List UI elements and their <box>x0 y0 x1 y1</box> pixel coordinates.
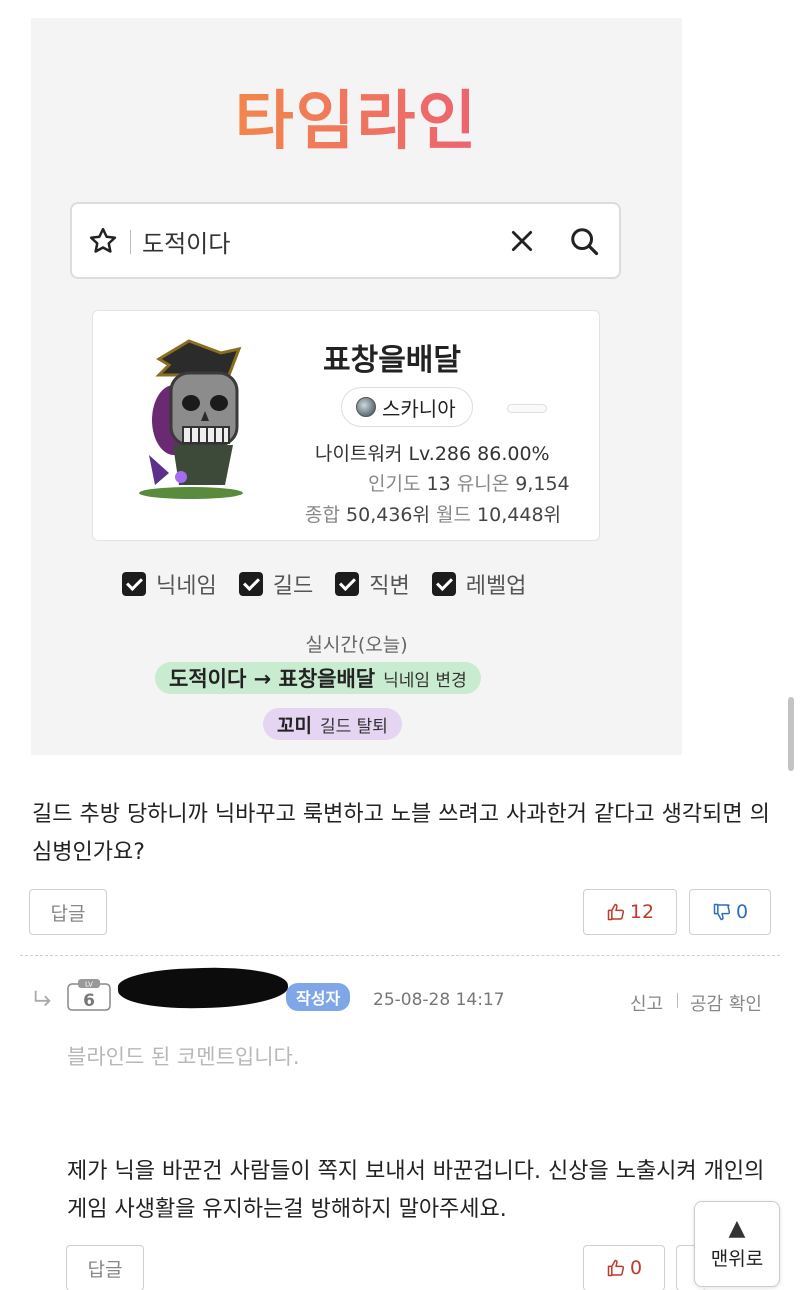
upvote-count: 12 <box>629 901 655 923</box>
overall-rank: 50,436위 <box>346 504 430 526</box>
thumbs-down-icon <box>713 903 731 921</box>
union-value: 9,154 <box>515 473 570 495</box>
world-icon <box>356 397 376 417</box>
filter-label: 레벨업 <box>465 574 527 599</box>
level-value: 6 <box>83 991 95 1011</box>
divider <box>20 955 780 956</box>
filter-checkboxes: 닉네임 길드 직변 레벨업 <box>122 568 526 600</box>
popularity-label: 인기도 <box>368 473 421 495</box>
scroll-to-top-button[interactable]: ▲ 맨위로 <box>694 1201 780 1287</box>
search-input[interactable] <box>142 224 442 258</box>
character-avatar <box>139 339 243 499</box>
upvote-button[interactable]: 0 <box>583 1245 665 1290</box>
scroll-to-top-label: 맨위로 <box>710 1247 764 1270</box>
change-entry-guild: 꼬미 길드 탈퇴 <box>263 708 402 740</box>
reply-button[interactable]: 답글 <box>66 1245 144 1290</box>
upvote-button[interactable]: 12 <box>583 889 677 935</box>
realtime-label: 실시간(오늘) <box>305 634 408 656</box>
checkbox-checked-icon[interactable] <box>122 572 146 596</box>
redacted-nickname <box>117 965 289 1011</box>
rankings: 종합 50,436위 월드 10,448위 <box>305 500 561 527</box>
job-level: 나이트워커 Lv.286 86.00% <box>315 443 550 465</box>
reply-comment-body: 제가 닉을 바꾼건 사람들이 쪽지 보내서 바꾼겁니다. 신상을 노출시켜 개인… <box>67 1159 765 1222</box>
divider <box>677 993 678 1008</box>
filter-label: 직변 <box>369 574 410 599</box>
filter-label: 길드 <box>272 574 314 599</box>
character-profile-card: 표창을배달 스카니아 나이트워커 Lv.286 86.00% 인기도 13 유니… <box>92 310 600 541</box>
divider <box>130 230 131 254</box>
timeline-logo: 타임라인 <box>31 70 682 162</box>
checkbox-checked-icon[interactable] <box>238 572 263 596</box>
scrollbar[interactable] <box>788 697 794 771</box>
filter-guild[interactable]: 길드 <box>238 568 314 600</box>
union-label: 유니온 <box>456 473 510 495</box>
change-tag: 닉네임 변경 <box>383 670 467 691</box>
reply-arrow-icon <box>34 990 51 1007</box>
blinded-comment: 블라인드 된 코멘트입니다. <box>67 1045 300 1069</box>
post-body: 길드 추방 당하니까 닉바꾸고 룩변하고 노블 쓰려고 사과한거 같다고 생각되… <box>32 802 770 865</box>
close-icon[interactable] <box>509 228 535 254</box>
overall-label: 종합 <box>305 504 340 526</box>
popularity-value: 13 <box>426 473 451 495</box>
empathy-check-link[interactable]: 공감 확인 <box>690 990 762 1016</box>
report-link[interactable]: 신고 <box>630 990 663 1016</box>
world-badge[interactable]: 스카니아 <box>341 387 473 427</box>
search-icon[interactable] <box>569 226 599 256</box>
svg-text:LV: LV <box>85 981 93 989</box>
thumbs-up-icon <box>607 903 625 921</box>
filter-job-change[interactable]: 직변 <box>335 568 410 600</box>
author-badge: 작성자 <box>286 983 351 1011</box>
filter-nickname[interactable]: 닉네임 <box>122 568 217 600</box>
thumbs-up-icon <box>607 1259 625 1277</box>
checkbox-checked-icon[interactable] <box>335 572 360 596</box>
change-detail: 꼬미 <box>277 714 312 737</box>
level-badge: LV 6 <box>67 979 111 1011</box>
change-detail: 도적이다 → 표창을배달 <box>169 667 376 691</box>
character-name: 표창을배달 <box>323 343 461 378</box>
empty-badge <box>507 404 547 413</box>
change-tag: 길드 탈퇴 <box>319 716 388 737</box>
reply-label: 답글 <box>50 902 86 925</box>
downvote-button[interactable]: 0 <box>689 889 771 935</box>
checkbox-checked-icon[interactable] <box>431 572 456 596</box>
comment-timestamp: 25-08-28 14:17 <box>373 990 505 1010</box>
world-name: 스카니아 <box>382 396 456 421</box>
reply-label: 답글 <box>87 1258 123 1281</box>
change-entry-nickname: 도적이다 → 표창을배달 닉네임 변경 <box>155 662 481 694</box>
search-box <box>70 202 621 279</box>
star-outline-icon[interactable] <box>88 226 118 256</box>
world-rank: 10,448위 <box>477 504 562 526</box>
filter-label: 닉네임 <box>156 574 217 599</box>
world-rank-label: 월드 <box>436 504 471 526</box>
timeline-screenshot: 타임라인 표창을배달 스카니아 나이트워커 Lv.286 86.00 <box>31 18 682 755</box>
reply-button[interactable]: 답글 <box>29 889 107 935</box>
downvote-count: 0 <box>735 901 749 923</box>
filter-levelup[interactable]: 레벨업 <box>431 568 527 600</box>
upvote-count: 0 <box>629 1257 643 1279</box>
arrow-up-icon: ▲ <box>728 1215 746 1241</box>
popularity-union: 인기도 13 유니온 9,154 <box>368 469 570 496</box>
